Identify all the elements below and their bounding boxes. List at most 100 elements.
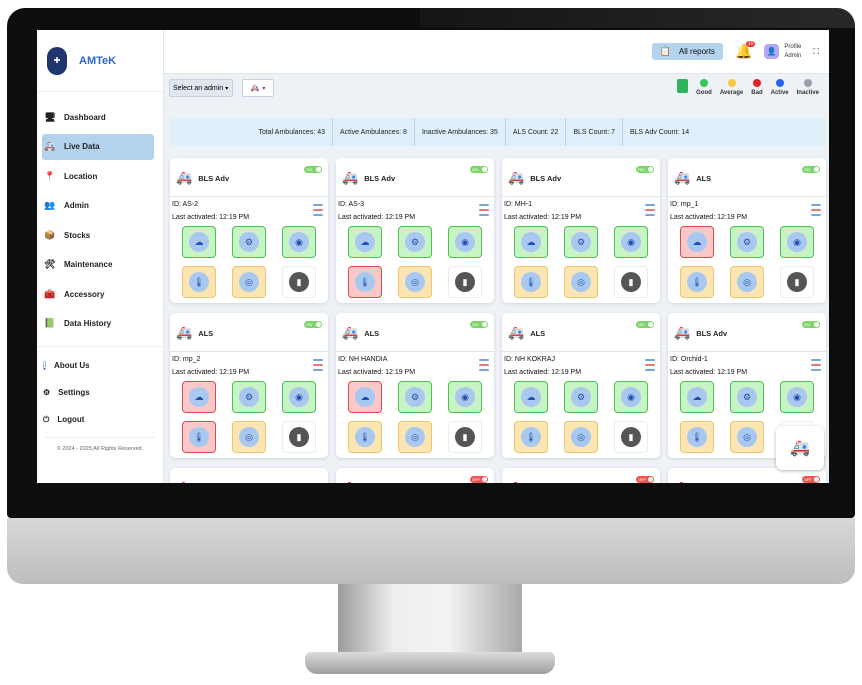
vehicle-type-select[interactable]: 🚑 ▾ [242,79,274,97]
sensor-tile[interactable]: ◉ [614,226,648,258]
admin-select[interactable]: Select an admin ▾ [169,79,233,97]
sidebar-item-live-data[interactable]: 🚑 Live Data [42,133,154,160]
status-toggle[interactable]: OFF [470,476,488,483]
sensor-tile[interactable]: ◉ [780,226,814,258]
ambulance-card[interactable]: OFF 🚑 [502,468,660,483]
status-toggle[interactable]: ON [636,166,654,173]
sensor-tile[interactable]: ☁ [680,381,714,413]
pressure-sensor-icon: ⚙ [737,387,757,407]
status-toggle[interactable]: ON [470,166,488,173]
fullscreen-icon[interactable]: ⛶ [813,47,819,57]
sensor-tile[interactable]: ◉ [282,226,316,258]
filter-icon[interactable] [313,204,323,216]
ambulance-card[interactable]: ON 🚑 ALS ID: NH HANDIA Last activated: 12:19… [336,313,494,458]
sensor-tile[interactable]: ☁ [680,226,714,258]
ambulance-card[interactable]: ON 🚑 BLS Adv ID: AS-3 Last activated: 12:19 … [336,158,494,303]
status-toggle[interactable]: ON [304,166,322,173]
sensor-tile[interactable]: 🌡 [182,421,216,453]
sensor-tile[interactable]: ▮ [614,421,648,453]
sidebar-item-admin[interactable]: 👥 Admin [42,193,154,219]
sensor-tile[interactable]: 🌡 [182,266,216,298]
brand[interactable]: ✚ AMTeK [37,30,163,92]
sensor-tile[interactable]: ▮ [282,266,316,298]
sensor-tile[interactable]: ◎ [232,266,266,298]
sensor-tile[interactable]: 🌡 [680,421,714,453]
sensor-tile[interactable]: ◎ [398,421,432,453]
sensor-tile[interactable]: 🌡 [348,266,382,298]
floating-ambulance-icon[interactable]: 🚑 [776,426,824,470]
status-toggle[interactable]: ON [470,321,488,328]
filter-icon[interactable] [811,204,821,216]
status-toggle[interactable]: ON [636,321,654,328]
sensor-tile[interactable]: ☁ [182,381,216,413]
sensor-tile[interactable]: ☁ [348,226,382,258]
sensor-tile[interactable]: ⚙ [730,381,764,413]
sidebar-item-location[interactable]: 📍 Location [42,163,154,189]
battery-icon: ▮ [455,272,475,292]
status-toggle[interactable]: OFF [802,476,820,483]
filter-icon[interactable] [645,359,655,371]
sidebar-item-data-history[interactable]: 📗 Data History [42,311,154,337]
status-toggle[interactable]: ON [802,321,820,328]
sensor-tile[interactable]: 🌡 [514,266,548,298]
sensor-tile[interactable]: ▮ [614,266,648,298]
sensor-tile[interactable]: ⚙ [398,381,432,413]
sensor-tile[interactable]: ☁ [348,381,382,413]
sensor-tile[interactable]: ◎ [730,266,764,298]
ambulance-card[interactable]: 🚑 [170,468,328,483]
sensor-tile[interactable]: 🌡 [348,421,382,453]
ambulance-card[interactable]: OFF 🚑 [668,468,826,483]
all-reports-button[interactable]: 📋 All reports [651,43,723,60]
sidebar-item-accessory[interactable]: 🧰 Accessory [42,281,154,307]
sidebar-item-logout[interactable]: ⏻ Logout [43,409,158,431]
excel-export-icon[interactable] [677,79,689,93]
sensor-tile[interactable]: ◉ [282,381,316,413]
sidebar-item-maintenance[interactable]: 🛠 Maintenance [42,252,154,278]
sensor-tile[interactable]: ⚙ [232,381,266,413]
filter-icon[interactable] [811,359,821,371]
sensor-tile[interactable]: 🌡 [680,266,714,298]
sensor-tile[interactable]: ⚙ [730,226,764,258]
sensor-tile[interactable]: ▮ [780,266,814,298]
status-toggle[interactable]: OFF [636,476,654,483]
sensor-tile[interactable]: ◎ [232,421,266,453]
sidebar-item-settings[interactable]: ⚙ Settings [43,382,158,404]
sensor-tile[interactable]: ◉ [780,381,814,413]
sensor-tile[interactable]: 🌡 [514,421,548,453]
sidebar-item-stocks[interactable]: 📦 Stocks [42,222,154,248]
sensor-tile[interactable]: ◎ [564,421,598,453]
ambulance-card[interactable]: ON 🚑 ALS ID: mp_2 Last activated: 12:19 PM ☁ ⚙… [170,313,328,458]
filter-icon[interactable] [313,359,323,371]
filter-icon[interactable] [479,359,489,371]
filter-icon[interactable] [645,204,655,216]
profile-menu[interactable]: 👤 Profile Admin [764,43,801,61]
sensor-tile[interactable]: ☁ [514,381,548,413]
sensor-tile[interactable]: ☁ [514,226,548,258]
notification-bell-icon[interactable]: 🔔 10 [735,41,756,60]
sensor-tile[interactable]: ⚙ [564,226,598,258]
sensor-tile[interactable]: ◉ [448,226,482,258]
sensor-tile[interactable]: ⚙ [232,226,266,258]
sensor-tile[interactable]: ◉ [614,381,648,413]
sensor-tile[interactable]: ▮ [448,421,482,453]
sensor-tile[interactable]: ⚙ [398,226,432,258]
sensor-tile[interactable]: ◎ [398,266,432,298]
ambulance-card[interactable]: OFF 🚑 [336,468,494,483]
sidebar-item-dashboard[interactable]: 🖥 Dashboard [42,104,154,130]
ambulance-card[interactable]: ON 🚑 BLS Adv ID: MH-1 Last activated: 12:19 … [502,158,660,303]
ambulance-card[interactable]: ON 🚑 ALS ID: mp_1 Last activated: 12:19 PM ☁ ⚙… [668,158,826,303]
sensor-tile[interactable]: ▮ [448,266,482,298]
sensor-tile[interactable]: ▮ [282,421,316,453]
sensor-tile[interactable]: ☁ [182,226,216,258]
filter-icon[interactable] [479,204,489,216]
ambulance-card[interactable]: ON 🚑 ALS ID: NH KOKRAJ Last activated: 12:19… [502,313,660,458]
status-toggle[interactable]: ON [802,166,820,173]
sensor-tile[interactable]: ◎ [730,421,764,453]
sensor-tile[interactable]: ⚙ [564,381,598,413]
ambulance-card[interactable]: ON 🚑 BLS Adv ID: AS-2 Last activated: 12:19 … [170,158,328,303]
status-toggle[interactable]: ON [304,321,322,328]
sensor-tile[interactable]: ◎ [564,266,598,298]
sensor-tile[interactable]: ◉ [448,381,482,413]
sidebar-item-about-us[interactable]: ℹ About Us [43,355,158,377]
last-activated: Last activated: 12:19 PM [338,369,416,376]
